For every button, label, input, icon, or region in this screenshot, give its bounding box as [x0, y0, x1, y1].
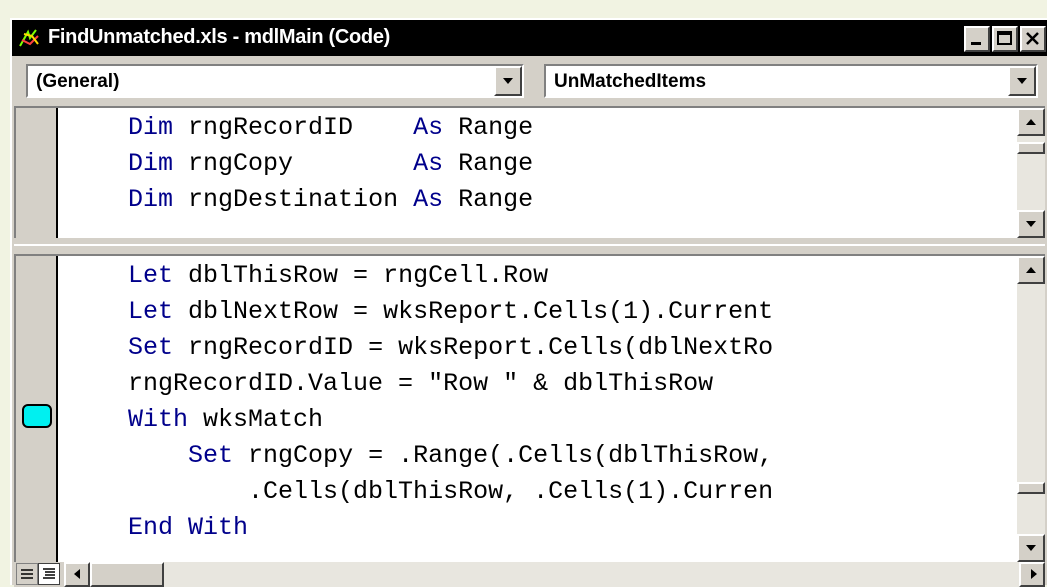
scroll-thumb[interactable]: [1017, 482, 1045, 494]
code-text: rngRecordID.Value = "Row " & dblThisRow: [128, 369, 714, 398]
code-keyword: Set: [128, 333, 174, 362]
close-icon: [1026, 32, 1039, 45]
chevron-down-icon: [1017, 78, 1027, 84]
declarations-vertical-scrollbar[interactable]: [1017, 108, 1045, 238]
code-text: rngCopy = .Range(.Cells(dblThisRow,: [233, 441, 774, 470]
code-keyword: As: [413, 185, 444, 214]
code-line[interactable]: End With: [68, 510, 773, 546]
title-bar[interactable]: FindUnmatched.xls - mdlMain (Code): [12, 20, 1047, 56]
code-text: Range: [443, 185, 534, 214]
code-text: .Cells(dblThisRow, .Cells(1).Curren: [128, 477, 774, 506]
arrow-up-icon: [1026, 119, 1036, 125]
code-line[interactable]: rngRecordID.Value = "Row " & dblThisRow: [68, 366, 773, 402]
code-line[interactable]: Dim rngDestination As Range: [68, 182, 533, 218]
object-combo-dropdown-button[interactable]: [494, 66, 522, 96]
declarations-pane[interactable]: Dim rngRecordID As Range Dim rngCopy As …: [14, 106, 1045, 238]
code-text: rngRecordID: [173, 113, 414, 142]
minimize-button[interactable]: [964, 26, 990, 52]
bottom-bar: [14, 562, 1045, 587]
scroll-down-button[interactable]: [1017, 210, 1045, 238]
code-line[interactable]: With wksMatch: [68, 402, 773, 438]
scroll-down-button[interactable]: [1017, 534, 1045, 562]
procedure-combo[interactable]: UnMatchedItems: [544, 64, 1038, 98]
window-title: FindUnmatched.xls - mdlMain (Code): [48, 26, 391, 48]
scroll-up-button[interactable]: [1017, 108, 1045, 136]
scroll-up-button[interactable]: [1017, 256, 1045, 284]
procedure-view-button[interactable]: [16, 563, 38, 585]
code-pane[interactable]: Let dblThisRow = rngCell.Row Let dblNext…: [14, 254, 1045, 562]
code-line[interactable]: Let dblThisRow = rngCell.Row: [68, 258, 773, 294]
procedure-combo-dropdown-button[interactable]: [1008, 66, 1036, 96]
vba-code-icon[interactable]: [18, 26, 42, 50]
code-keyword: As: [413, 149, 444, 178]
maximize-button[interactable]: [992, 26, 1018, 52]
full-module-view-button[interactable]: [38, 563, 60, 585]
margin-indicator-bar[interactable]: [16, 256, 58, 562]
declarations-code[interactable]: Dim rngRecordID As Range Dim rngCopy As …: [68, 110, 533, 218]
minimize-icon: [971, 42, 981, 45]
code-line[interactable]: Set rngRecordID = wksReport.Cells(dblNex…: [68, 330, 773, 366]
object-combo[interactable]: (General): [26, 64, 524, 98]
object-combo-value: (General): [36, 71, 120, 92]
code-text: Range: [443, 113, 534, 142]
scroll-left-button[interactable]: [64, 562, 90, 587]
code-line[interactable]: Set rngCopy = .Range(.Cells(dblThisRow,: [68, 438, 773, 474]
procedure-code[interactable]: Let dblThisRow = rngCell.Row Let dblNext…: [68, 258, 773, 546]
code-line[interactable]: Dim rngRecordID As Range: [68, 110, 533, 146]
code-keyword: Dim: [128, 185, 174, 214]
code-window: FindUnmatched.xls - mdlMain (Code) (Gene…: [10, 18, 1047, 587]
code-keyword: Let: [128, 261, 174, 290]
horizontal-scroll-thumb[interactable]: [90, 562, 164, 587]
maximize-icon: [997, 31, 1012, 45]
code-toolbar: (General) UnMatchedItems: [12, 56, 1047, 104]
splitter-line: [14, 244, 1045, 246]
bookmark-indicator[interactable]: [22, 404, 52, 428]
code-text: rngCopy: [173, 149, 414, 178]
procedure-view-icon: [21, 569, 33, 579]
margin-indicator-bar[interactable]: [16, 108, 58, 238]
scroll-right-button[interactable]: [1019, 562, 1045, 587]
code-text: Range: [443, 149, 534, 178]
arrow-down-icon: [1026, 221, 1036, 227]
arrow-up-icon: [1026, 267, 1036, 273]
code-text: rngDestination: [173, 185, 414, 214]
code-keyword: End With: [128, 513, 249, 542]
code-text: dblNextRow = wksReport.Cells(1).Current: [173, 297, 774, 326]
code-line[interactable]: Let dblNextRow = wksReport.Cells(1).Curr…: [68, 294, 773, 330]
code-keyword: Set: [188, 441, 234, 470]
code-text: wksMatch: [188, 405, 324, 434]
code-keyword: Dim: [128, 149, 174, 178]
code-line[interactable]: .Cells(dblThisRow, .Cells(1).Curren: [68, 474, 773, 510]
chevron-down-icon: [503, 78, 513, 84]
arrow-down-icon: [1026, 545, 1036, 551]
close-button[interactable]: [1020, 26, 1046, 52]
code-keyword: Let: [128, 297, 174, 326]
scroll-thumb[interactable]: [1017, 142, 1045, 154]
pane-splitter[interactable]: [14, 238, 1045, 254]
code-line[interactable]: Dim rngCopy As Range: [68, 146, 533, 182]
code-keyword: Dim: [128, 113, 174, 142]
arrow-right-icon: [1031, 569, 1037, 579]
arrow-left-icon: [74, 569, 80, 579]
full-module-view-icon: [43, 568, 55, 579]
code-keyword: With: [128, 405, 189, 434]
code-keyword: As: [413, 113, 444, 142]
procedure-combo-value: UnMatchedItems: [554, 71, 707, 92]
code-text: rngRecordID = wksReport.Cells(dblNextRo: [173, 333, 774, 362]
code-vertical-scrollbar[interactable]: [1017, 256, 1045, 562]
code-text: dblThisRow = rngCell.Row: [173, 261, 549, 290]
horizontal-scrollbar[interactable]: [64, 562, 1045, 587]
